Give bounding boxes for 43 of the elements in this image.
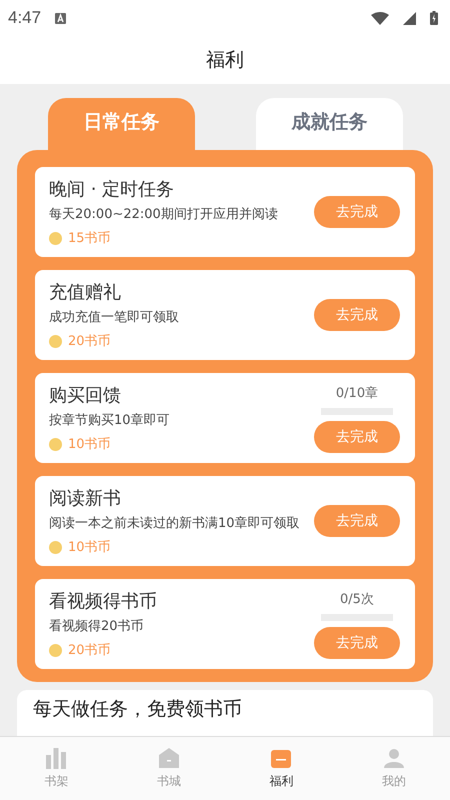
reward-amount: 20书币 xyxy=(68,333,111,350)
promo-title: 每天做任务，免费领书币 xyxy=(33,698,242,720)
nav-tab[interactable]: 福利 xyxy=(225,737,338,800)
coin-icon xyxy=(49,644,62,656)
wifi-icon xyxy=(371,12,389,24)
task-description: 阅读一本之前未读过的新书满10章即可领取 xyxy=(49,515,301,533)
store-icon xyxy=(158,747,180,769)
task-description: 按章节购买10章即可 xyxy=(49,412,171,430)
page-title: 福利 xyxy=(206,48,244,73)
complete-button[interactable]: 去完成 xyxy=(314,626,400,658)
complete-button[interactable]: 去完成 xyxy=(314,299,400,331)
nav-tab[interactable]: 我的 xyxy=(338,737,450,800)
reward-amount: 20书币 xyxy=(68,642,111,659)
coin-icon xyxy=(49,232,62,244)
task-title: 阅读新书 xyxy=(49,487,122,510)
user-icon xyxy=(382,747,405,769)
complete-button[interactable]: 去完成 xyxy=(314,196,400,228)
reward-amount: 10书币 xyxy=(68,436,111,453)
task-description: 成功充值一笔即可领取 xyxy=(49,309,180,327)
coin-icon xyxy=(49,438,62,450)
nav-tab[interactable]: 书城 xyxy=(112,737,225,800)
battery-icon xyxy=(430,11,438,25)
complete-button[interactable]: 去完成 xyxy=(314,505,400,537)
task-tab[interactable]: 成就任务 xyxy=(256,98,403,150)
progress-count: 0/10章 xyxy=(336,384,378,402)
task-description: 每天20:00~22:00期间打开应用并阅读 xyxy=(49,206,279,224)
task-description: 看视频得20书币 xyxy=(49,618,145,636)
coin-icon xyxy=(49,334,62,348)
nav-tab[interactable]: 书架 xyxy=(0,737,112,800)
task-title: 充值赠礼 xyxy=(49,281,122,304)
task-title: 晚间 · 定时任务 xyxy=(49,178,176,201)
status-time: 4:47 xyxy=(8,8,42,28)
reward-amount: 10书币 xyxy=(68,539,111,556)
task-title: 看视频得书币 xyxy=(49,590,158,613)
signal-icon xyxy=(403,12,416,24)
coin-icon xyxy=(49,540,62,554)
bar-chart-icon xyxy=(45,747,68,769)
progress-count: 0/5次 xyxy=(340,590,374,608)
task-title: 购买回馈 xyxy=(49,384,122,407)
reward-amount: 15书币 xyxy=(68,230,111,247)
complete-button[interactable]: 去完成 xyxy=(314,420,400,452)
notification-icon xyxy=(55,12,66,24)
task-tab[interactable]: 日常任务 xyxy=(48,98,195,150)
